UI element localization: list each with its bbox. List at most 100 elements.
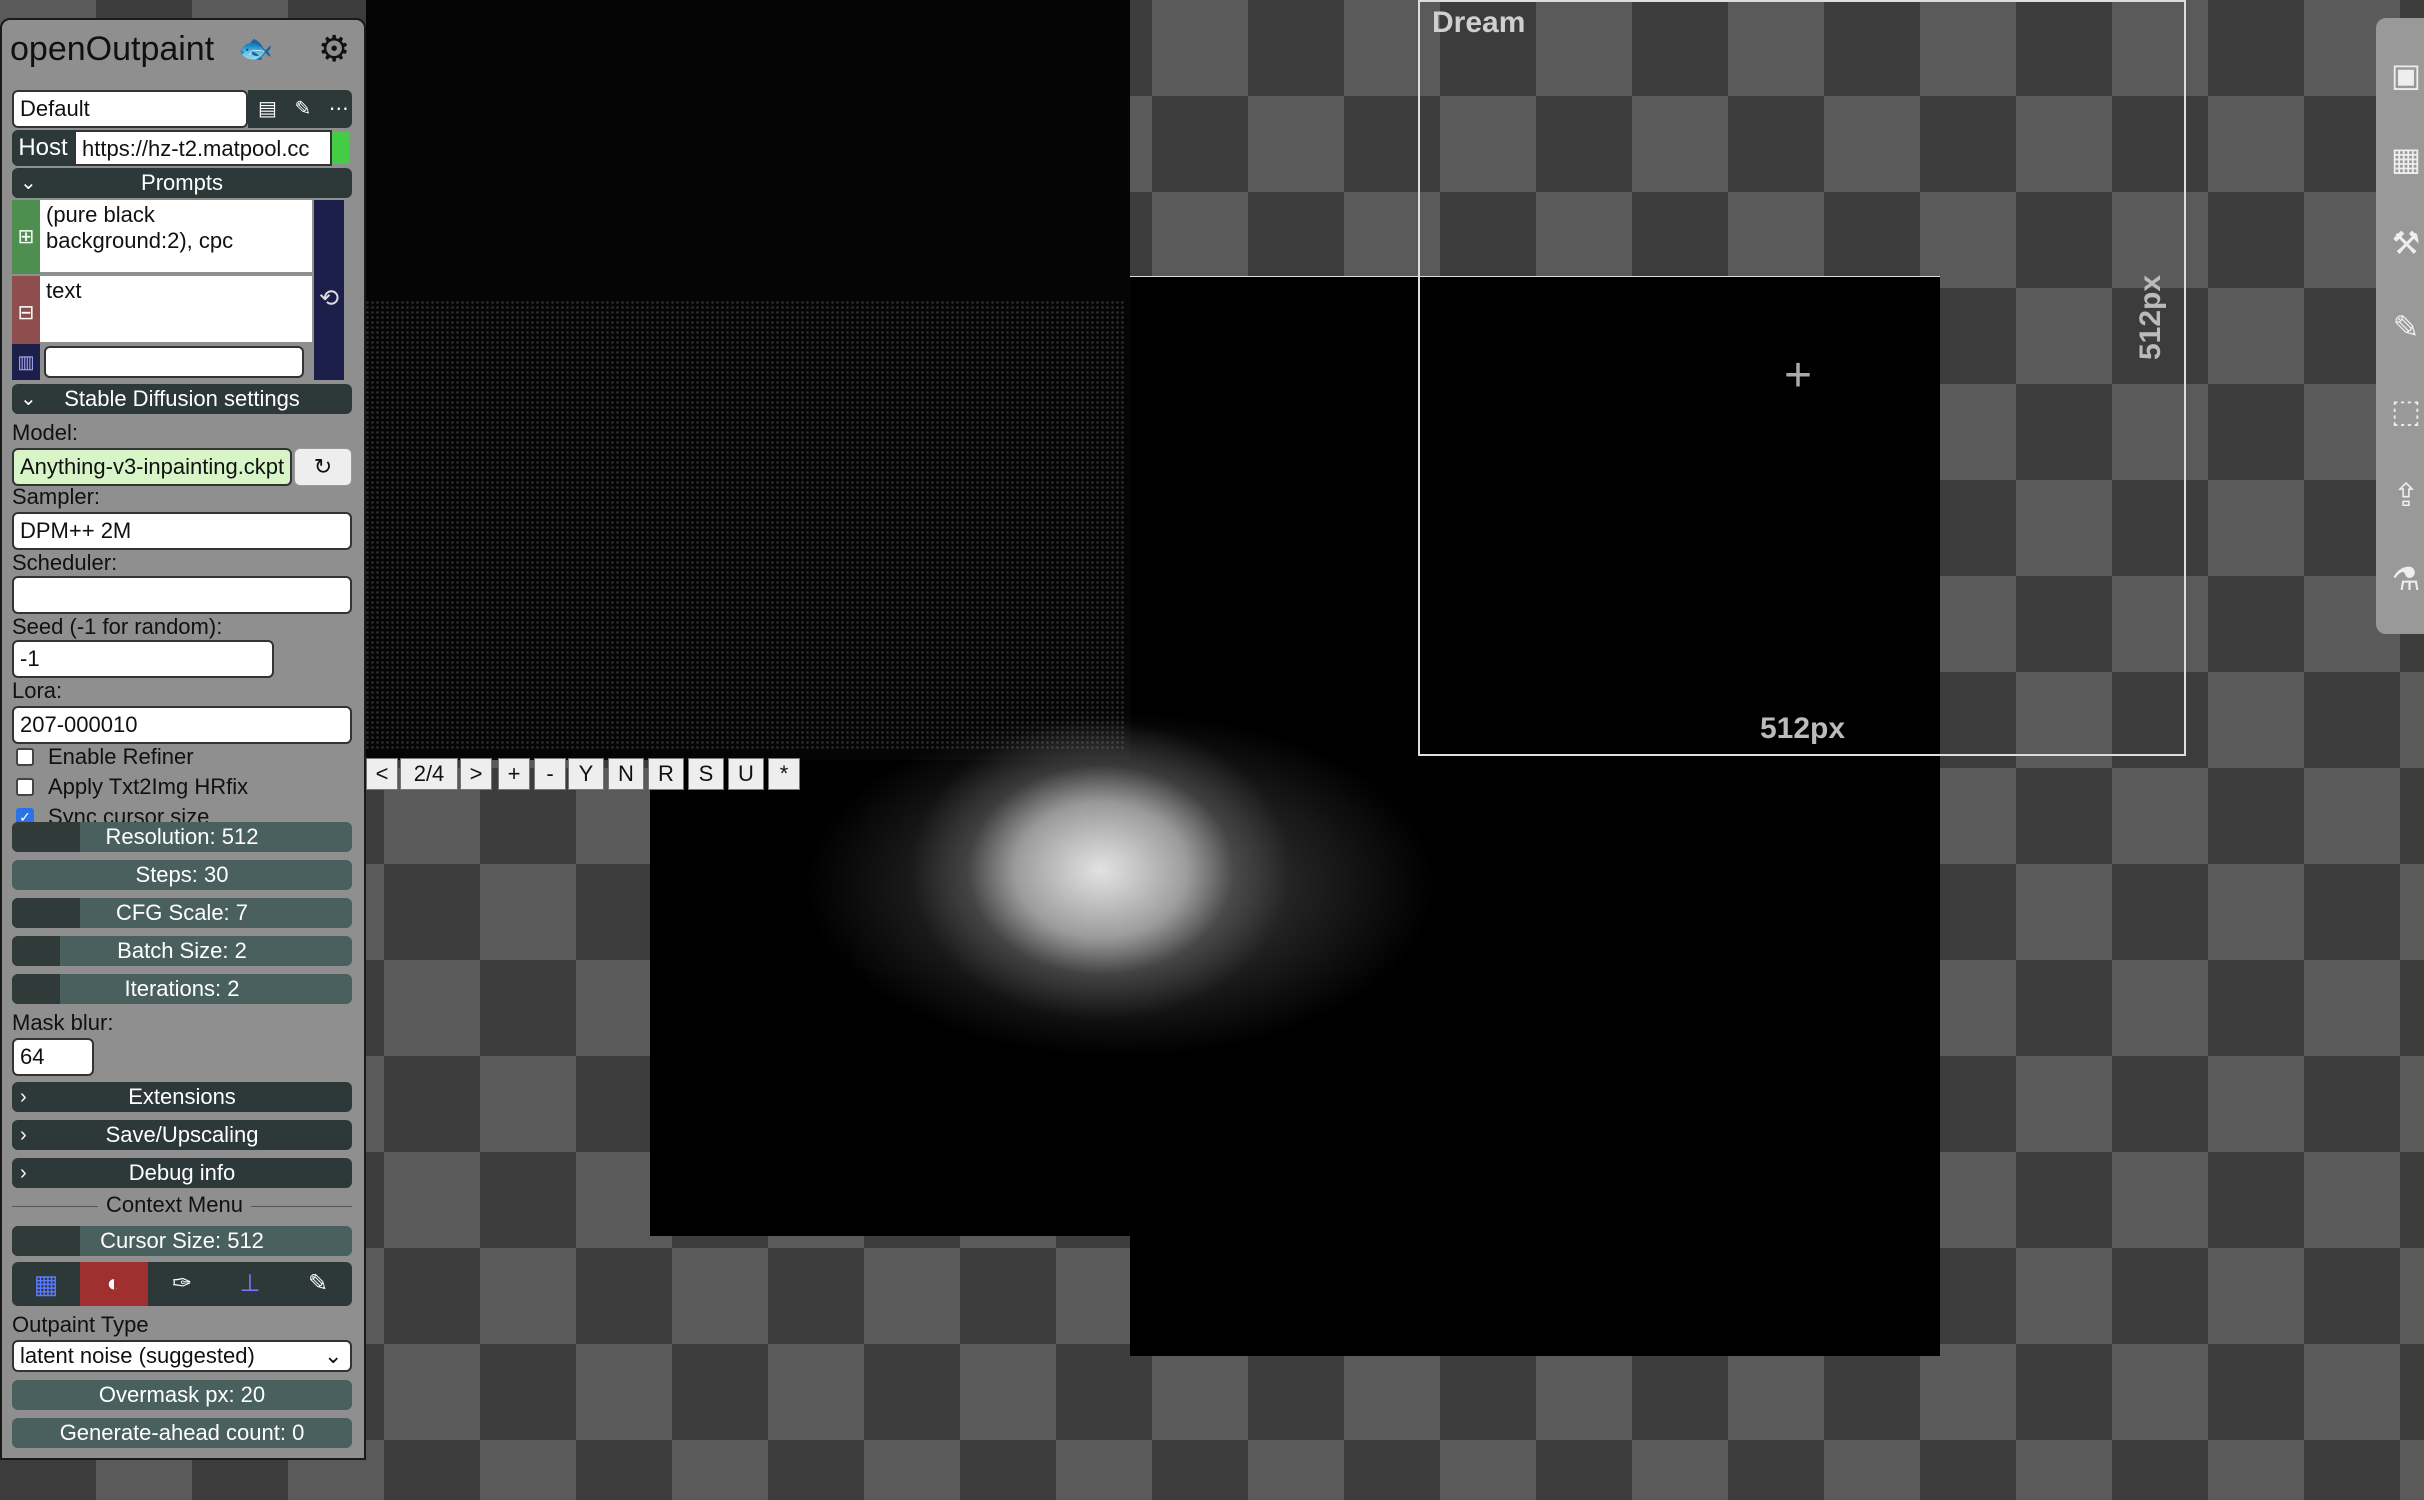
save-image-button[interactable]: S bbox=[688, 758, 724, 790]
positive-prompt-icon: ⊞ bbox=[12, 200, 40, 274]
overmask-slider[interactable]: Overmask px: 20 bbox=[12, 1380, 352, 1410]
mask-icon[interactable]: ◐ bbox=[80, 1262, 148, 1306]
resource-button[interactable]: R bbox=[648, 758, 684, 790]
edit-icon[interactable]: ✎ bbox=[294, 98, 311, 120]
debug-info-label: Debug info bbox=[128, 1160, 236, 1185]
host-input[interactable]: https://hz-t2.matpool.cc bbox=[74, 130, 332, 166]
slider-fill bbox=[12, 822, 80, 852]
sampler-input[interactable]: DPM++ 2M bbox=[12, 512, 352, 550]
scheduler-input[interactable] bbox=[12, 576, 352, 614]
resolution-slider[interactable]: Resolution: 512 bbox=[12, 822, 352, 852]
sd-settings-label: Stable Diffusion settings bbox=[64, 386, 300, 411]
prompt-history-bar[interactable]: ⟲ bbox=[314, 200, 344, 380]
cursor-size-label: Cursor Size: 512 bbox=[100, 1228, 264, 1253]
resolution-label: Resolution: 512 bbox=[105, 824, 259, 849]
profile-actions: ▤ ✎ ⋯ bbox=[248, 90, 352, 128]
slider-fill bbox=[12, 936, 60, 966]
remove-image-button[interactable]: - bbox=[534, 758, 566, 790]
debug-info-header[interactable]: › Debug info bbox=[12, 1158, 352, 1188]
seed-label: Seed (-1 for random): bbox=[12, 614, 223, 639]
sd-settings-header[interactable]: ⌄ Stable Diffusion settings bbox=[12, 384, 352, 414]
iterations-label: Iterations: 2 bbox=[124, 976, 240, 1001]
save-icon[interactable]: ▤ bbox=[258, 98, 277, 120]
outpaint-type-select[interactable]: latent noise (suggested) bbox=[12, 1340, 352, 1372]
tool-mode-bar: ▦ ◐ ✑ ⊥ ✎ bbox=[12, 1262, 352, 1306]
apply-hrfix-label: Apply Txt2Img HRfix bbox=[48, 774, 249, 799]
lora-label: Lora: bbox=[12, 678, 63, 703]
chevron-right-icon: › bbox=[20, 1086, 27, 1108]
steps-slider[interactable]: Steps: 30 bbox=[12, 860, 352, 890]
dream-label: Dream bbox=[1432, 6, 1526, 39]
extensions-header[interactable]: › Extensions bbox=[12, 1082, 352, 1112]
chevron-down-icon: ⌄ bbox=[20, 388, 37, 410]
extensions-label: Extensions bbox=[128, 1084, 236, 1109]
host-status-indicator bbox=[332, 132, 350, 164]
profile-select[interactable]: Default bbox=[12, 90, 248, 128]
cfg-label: CFG Scale: 7 bbox=[115, 900, 249, 925]
enable-refiner-checkbox[interactable] bbox=[16, 748, 34, 766]
slider-fill bbox=[12, 898, 80, 928]
mask-blur-input[interactable]: 64 bbox=[12, 1038, 94, 1076]
interrogate-icon[interactable]: ⚗ bbox=[2388, 560, 2424, 598]
overmask-label: Overmask px: 20 bbox=[98, 1382, 266, 1407]
upload-icon[interactable]: ⇪ bbox=[2388, 476, 2424, 514]
chevron-down-icon: ⌄ bbox=[324, 1343, 343, 1368]
scheduler-label: Scheduler: bbox=[12, 550, 118, 575]
steps-label: Steps: 30 bbox=[135, 862, 229, 887]
enable-refiner-label: Enable Refiner bbox=[48, 744, 194, 769]
settings-panel: openOutpaint 🐟 ⚙ Default ▤ ✎ ⋯ Host http… bbox=[0, 18, 366, 1460]
prev-image-button[interactable]: < bbox=[366, 758, 398, 790]
save-upscaling-header[interactable]: › Save/Upscaling bbox=[12, 1120, 352, 1150]
slider-fill bbox=[12, 974, 60, 1004]
seed-input[interactable]: -1 bbox=[12, 640, 274, 678]
chevron-down-icon: ⌄ bbox=[20, 172, 37, 194]
sampler-label: Sampler: bbox=[12, 484, 101, 509]
batch-size-slider[interactable]: Batch Size: 2 bbox=[12, 936, 352, 966]
cfg-slider[interactable]: CFG Scale: 7 bbox=[12, 898, 352, 928]
style-library-icon[interactable]: ▥ bbox=[12, 344, 40, 380]
pen-icon[interactable]: ✎ bbox=[2388, 308, 2424, 346]
context-menu-label: Context Menu bbox=[98, 1192, 251, 1218]
host-label: Host bbox=[12, 130, 74, 166]
upscale-button[interactable]: U bbox=[728, 758, 764, 790]
style-input[interactable] bbox=[44, 346, 304, 378]
iterations-slider[interactable]: Iterations: 2 bbox=[12, 974, 352, 1004]
star-button[interactable]: * bbox=[768, 758, 800, 790]
save-upscaling-label: Save/Upscaling bbox=[105, 1122, 259, 1147]
select-icon[interactable]: ⬚ bbox=[2388, 392, 2424, 430]
negative-prompt-input[interactable]: text bbox=[40, 276, 312, 342]
chevron-right-icon: › bbox=[20, 1162, 27, 1184]
generate-ahead-label: Generate-ahead count: 0 bbox=[59, 1420, 305, 1445]
cursor-crosshair-icon: + bbox=[1784, 349, 1813, 402]
add-image-button[interactable]: + bbox=[498, 758, 530, 790]
model-label: Model: bbox=[12, 420, 79, 445]
refresh-icon: ↻ bbox=[313, 454, 333, 479]
chevron-right-icon: › bbox=[20, 1124, 27, 1146]
next-image-button[interactable]: > bbox=[460, 758, 492, 790]
grid-icon[interactable]: ▦ bbox=[12, 1262, 80, 1306]
img2img-icon[interactable]: ▦ bbox=[2388, 140, 2424, 178]
generate-ahead-slider[interactable]: Generate-ahead count: 0 bbox=[12, 1418, 352, 1448]
dream-icon[interactable]: ▣ bbox=[2388, 56, 2424, 94]
pin-icon[interactable]: ⊥ bbox=[216, 1262, 284, 1306]
brush-icon[interactable]: ✑ bbox=[148, 1262, 216, 1306]
pen-icon[interactable]: ✎ bbox=[284, 1262, 352, 1306]
image-counter: 2/4 bbox=[400, 758, 458, 790]
refresh-models-button[interactable]: ↻ bbox=[294, 448, 352, 486]
stamp-icon[interactable]: ⚒ bbox=[2388, 224, 2424, 262]
reject-button[interactable]: N bbox=[608, 758, 644, 790]
prompts-section-header[interactable]: ⌄ Prompts bbox=[12, 168, 352, 198]
accept-button[interactable]: Y bbox=[568, 758, 604, 790]
lora-input[interactable]: 207-000010 bbox=[12, 706, 352, 744]
cursor-size-slider[interactable]: Cursor Size: 512 bbox=[12, 1226, 352, 1256]
mask-blur-label: Mask blur: bbox=[12, 1010, 114, 1035]
apply-hrfix-checkbox[interactable] bbox=[16, 778, 34, 796]
size-label-horizontal: 512px bbox=[1760, 712, 1846, 745]
more-icon[interactable]: ⋯ bbox=[329, 98, 349, 120]
gear-icon[interactable]: ⚙ bbox=[318, 28, 350, 70]
positive-prompt-input[interactable]: (pure black background:2), cpc bbox=[40, 200, 312, 272]
outpaint-type-label: Outpaint Type bbox=[12, 1312, 149, 1337]
fish-icon: 🐟 bbox=[238, 33, 273, 64]
model-select[interactable]: Anything-v3-inpainting.ckpt bbox=[12, 448, 292, 486]
prompts-header-label: Prompts bbox=[141, 170, 223, 195]
